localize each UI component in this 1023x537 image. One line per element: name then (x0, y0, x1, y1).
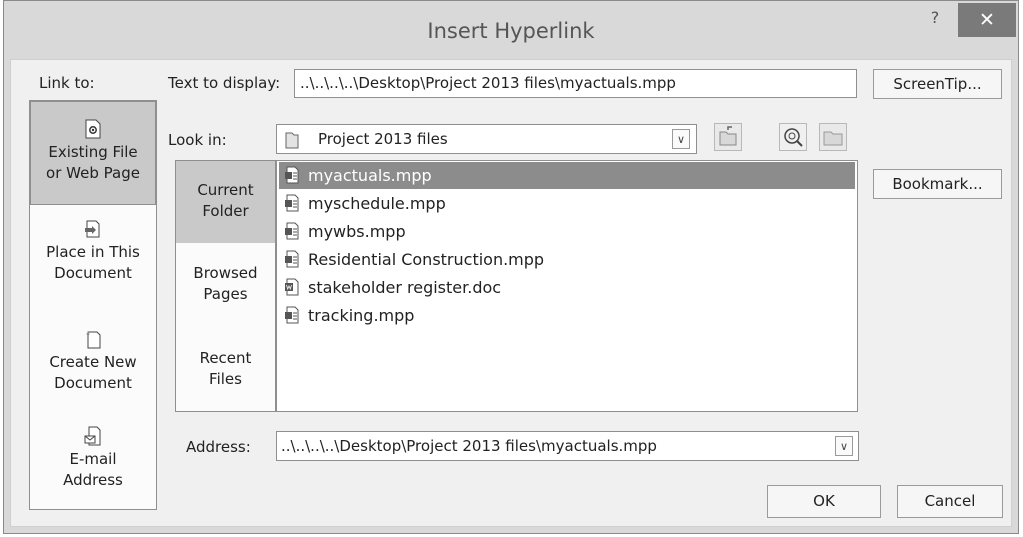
link-to-label: Link to: (39, 74, 95, 92)
cancel-button[interactable]: Cancel (897, 485, 1003, 518)
link-to-existing-file[interactable]: Existing File or Web Page (30, 101, 156, 205)
file-name: Residential Construction.mpp (308, 250, 545, 269)
project-file-icon (285, 166, 299, 184)
word-file-icon (285, 278, 299, 296)
screentip-button[interactable]: ScreenTip... (873, 69, 1002, 99)
link-to-existing-file-line1: Existing File (48, 143, 138, 161)
nav-current-folder-line2: Folder (202, 202, 249, 220)
dialog-body: Link to: Existing File or Web Page Place… (10, 59, 1012, 527)
look-in-value: Project 2013 files (318, 130, 448, 148)
nav-browsed-pages-line2: Pages (203, 285, 248, 303)
look-in-combo[interactable]: Project 2013 files ∨ (276, 124, 697, 154)
nav-browsed-pages-line1: Browsed (193, 264, 258, 282)
project-file-icon (285, 250, 299, 268)
browse-web-icon (784, 128, 803, 147)
email-icon (84, 426, 101, 446)
text-to-display-label: Text to display: (168, 74, 281, 92)
link-to-place-in-document[interactable]: Place in This Document (30, 219, 156, 284)
link-to-existing-file-line2: or Web Page (46, 164, 140, 182)
chevron-down-icon: ∨ (672, 129, 690, 149)
dialog-title: Insert Hyperlink (427, 19, 595, 43)
address-value: ..\..\..\..\Desktop\Project 2013 files\m… (281, 437, 657, 455)
file-name: stakeholder register.doc (308, 278, 502, 297)
existing-file-icon (85, 119, 101, 139)
up-one-folder-button[interactable] (714, 123, 742, 151)
link-to-create-new[interactable]: Create New Document (30, 329, 156, 394)
file-name: myschedule.mpp (308, 194, 446, 213)
list-item[interactable]: myactuals.mpp (279, 162, 855, 189)
text-to-display-input[interactable]: ..\..\..\..\Desktop\Project 2013 files\m… (294, 69, 857, 98)
close-button[interactable]: ✕ (958, 3, 1016, 37)
file-name: myactuals.mpp (308, 166, 432, 185)
place-in-document-icon (85, 220, 100, 238)
nav-current-folder-line1: Current (197, 181, 254, 199)
list-item[interactable]: myschedule.mpp (279, 190, 855, 217)
up-folder-icon (719, 126, 737, 146)
link-to-email-line1: E-mail (69, 450, 117, 468)
bookmark-button[interactable]: Bookmark... (873, 169, 1002, 199)
project-file-icon (285, 194, 299, 212)
new-document-icon (86, 331, 101, 349)
ok-button[interactable]: OK (767, 485, 881, 518)
list-item[interactable]: mywbs.mpp (279, 218, 855, 245)
browse-web-button[interactable] (779, 123, 807, 151)
link-to-place-line1: Place in This (46, 243, 140, 261)
list-item[interactable]: tracking.mpp (279, 302, 855, 329)
link-to-create-new-line2: Document (54, 374, 132, 392)
close-icon: ✕ (979, 9, 995, 31)
nav-browsed-pages[interactable]: Browsed Pages (176, 245, 275, 327)
link-to-create-new-line1: Create New (49, 353, 137, 371)
list-item[interactable]: stakeholder register.doc (279, 274, 855, 301)
link-to-place-line2: Document (54, 264, 132, 282)
project-file-icon (285, 306, 299, 324)
address-combo[interactable]: ..\..\..\..\Desktop\Project 2013 files\m… (276, 431, 859, 461)
chevron-down-icon: ∨ (835, 436, 853, 456)
file-list: myactuals.mpp myschedule.mpp mywbs.mpp R… (276, 160, 858, 412)
open-folder-icon (823, 131, 843, 146)
file-name: mywbs.mpp (308, 222, 406, 241)
browse-file-button[interactable] (819, 123, 847, 151)
nav-recent-files[interactable]: Recent Files (176, 329, 275, 411)
nav-current-folder[interactable]: Current Folder (176, 161, 275, 243)
folder-icon (285, 132, 299, 149)
address-label: Address: (186, 438, 251, 456)
file-name: tracking.mpp (308, 306, 415, 325)
nav-recent-files-line1: Recent (199, 349, 252, 367)
location-nav: Current Folder Browsed Pages Recent File… (175, 160, 276, 412)
link-to-email[interactable]: E-mail Address (30, 426, 156, 491)
insert-hyperlink-dialog: Insert Hyperlink ? ✕ Link to: Existing F… (3, 0, 1019, 534)
help-button[interactable]: ? (924, 7, 946, 29)
nav-recent-files-line2: Files (209, 370, 242, 388)
title-bar: Insert Hyperlink ? ✕ (4, 1, 1018, 59)
project-file-icon (285, 222, 299, 240)
list-item[interactable]: Residential Construction.mpp (279, 246, 855, 273)
look-in-label: Look in: (168, 131, 227, 149)
link-to-email-line2: Address (63, 471, 123, 489)
link-to-bar: Existing File or Web Page Place in This … (29, 100, 157, 510)
